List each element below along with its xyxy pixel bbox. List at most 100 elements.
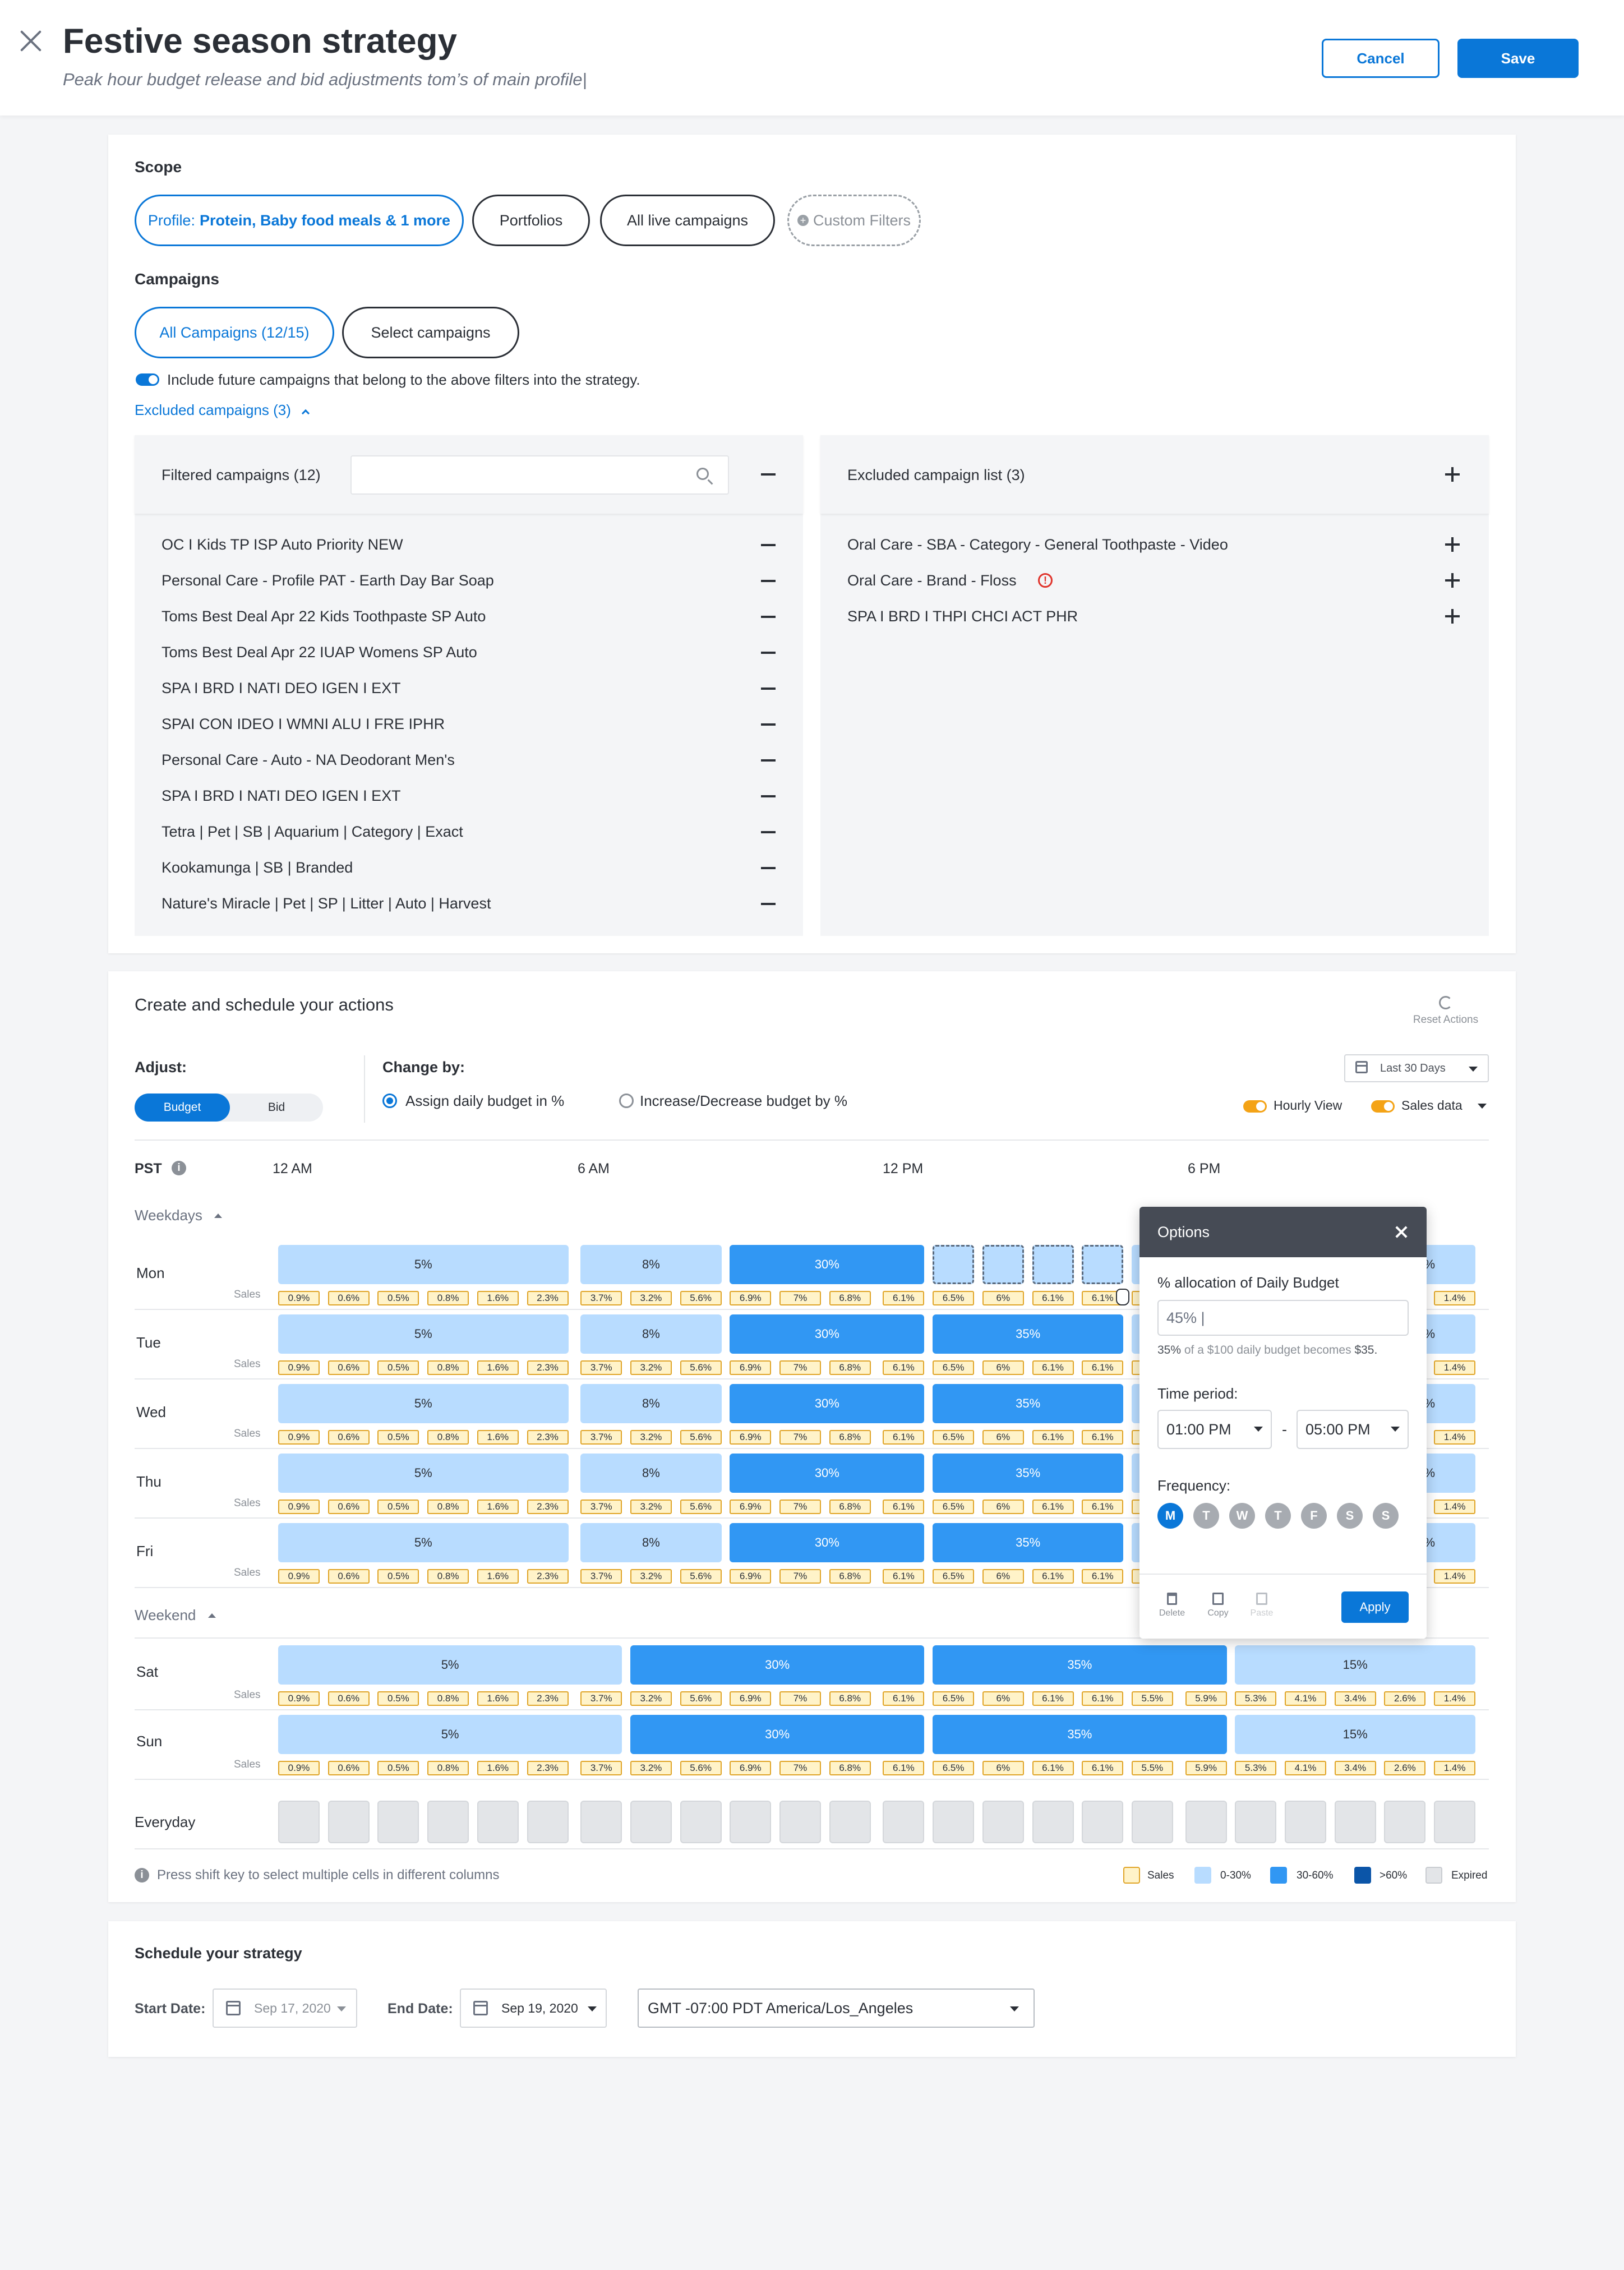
sales-data-caret-icon[interactable] [1478,1104,1487,1109]
cancel-button[interactable]: Cancel [1322,39,1440,78]
budget-block[interactable]: 35% [933,1523,1124,1562]
page-subtitle[interactable]: Peak hour budget release and bid adjustm… [63,70,587,90]
budget-block[interactable]: 30% [730,1523,925,1562]
everyday-cell[interactable] [377,1801,419,1843]
frequency-day-toggle[interactable]: M [1157,1503,1183,1529]
add-campaign-icon[interactable] [1445,609,1460,624]
all-live-campaigns-pill[interactable]: All live campaigns [600,195,775,246]
everyday-cell[interactable] [477,1801,519,1843]
include-future-toggle[interactable] [136,373,159,386]
budget-block[interactable]: 5% [278,1245,569,1284]
popover-close-icon[interactable] [1394,1225,1409,1239]
budget-block[interactable]: 35% [933,1314,1124,1354]
everyday-cell[interactable] [278,1801,320,1843]
budget-block[interactable]: 30% [630,1715,925,1754]
everyday-cell[interactable] [327,1801,370,1843]
copy-action[interactable]: Copy [1202,1593,1234,1618]
selected-hour-cell[interactable] [1082,1245,1124,1284]
remove-campaign-icon[interactable] [761,580,776,582]
add-campaign-icon[interactable] [1445,573,1460,588]
everyday-cell[interactable] [829,1801,871,1843]
alloc-input[interactable]: 45% | [1157,1300,1409,1336]
incdec-radio-label[interactable]: Increase/Decrease budget by % [640,1092,847,1110]
everyday-cell[interactable] [427,1801,469,1843]
collapse-filtered-icon[interactable] [761,473,776,476]
filtered-search-box[interactable] [350,455,729,495]
everyday-cell[interactable] [1131,1801,1173,1843]
remove-campaign-icon[interactable] [761,652,776,654]
start-date-picker[interactable]: Sep 17, 2020 [213,1988,357,2028]
everyday-cell[interactable] [982,1801,1024,1843]
sales-data-toggle[interactable] [1371,1100,1395,1113]
hourly-view-toggle[interactable] [1243,1100,1267,1113]
incdec-radio[interactable] [619,1094,634,1108]
budget-block[interactable]: 35% [933,1454,1124,1493]
selected-hour-cell[interactable] [1032,1245,1074,1284]
remove-campaign-icon[interactable] [761,831,776,833]
budget-block[interactable]: 30% [630,1645,925,1685]
remove-campaign-icon[interactable] [761,903,776,905]
budget-block[interactable]: 8% [580,1454,722,1493]
frequency-day-toggle[interactable]: S [1373,1503,1399,1529]
select-campaigns-pill[interactable]: Select campaigns [342,307,519,358]
everyday-cell[interactable] [730,1801,772,1843]
selected-hour-cell[interactable] [933,1245,975,1284]
everyday-cell[interactable] [680,1801,722,1843]
add-campaign-icon[interactable] [1445,537,1460,552]
everyday-cell[interactable] [933,1801,975,1843]
frequency-day-toggle[interactable]: W [1229,1503,1255,1529]
paste-action[interactable]: Paste [1246,1593,1277,1618]
apply-button[interactable]: Apply [1341,1591,1409,1623]
remove-campaign-icon[interactable] [761,795,776,797]
weekdays-group-toggle[interactable]: Weekdays [135,1207,223,1224]
reset-actions-button[interactable]: Reset Actions [1404,996,1488,1026]
everyday-cell[interactable] [779,1801,821,1843]
all-campaigns-pill[interactable]: All Campaigns (12/15) [135,307,334,358]
frequency-day-toggle[interactable]: F [1301,1503,1327,1529]
frequency-day-toggle[interactable]: T [1265,1503,1291,1529]
budget-block[interactable]: 30% [730,1454,925,1493]
everyday-cell[interactable] [1185,1801,1227,1843]
everyday-cell[interactable] [1235,1801,1277,1843]
everyday-cell[interactable] [527,1801,569,1843]
budget-block[interactable]: 8% [580,1245,722,1284]
date-range-dropdown[interactable]: Last 30 Days [1344,1054,1489,1082]
weekend-group-toggle[interactable]: Weekend [135,1607,216,1624]
remove-campaign-icon[interactable] [761,867,776,869]
budget-block[interactable]: 15% [1235,1645,1476,1685]
budget-block[interactable]: 35% [933,1384,1124,1423]
budget-block[interactable]: 5% [278,1384,569,1423]
budget-block[interactable]: 5% [278,1523,569,1562]
budget-block[interactable]: 5% [278,1314,569,1354]
budget-block[interactable]: 30% [730,1314,925,1354]
everyday-cell[interactable] [1334,1801,1376,1843]
budget-block[interactable]: 30% [730,1384,925,1423]
time-from-dropdown[interactable]: 01:00 PM [1157,1410,1272,1449]
selected-hour-cell[interactable] [982,1245,1024,1284]
budget-block[interactable]: 30% [730,1245,925,1284]
assign-radio-label[interactable]: Assign daily budget in % [405,1092,564,1110]
budget-block[interactable]: 5% [278,1454,569,1493]
warning-icon[interactable]: ! [1038,573,1053,588]
timezone-dropdown[interactable]: GMT -07:00 PDT America/Los_Angeles [638,1988,1035,2028]
search-icon[interactable] [696,468,709,480]
time-to-dropdown[interactable]: 05:00 PM [1297,1410,1409,1449]
everyday-cell[interactable] [1082,1801,1124,1843]
portfolios-pill[interactable]: Portfolios [472,195,590,246]
adjust-budget-tab[interactable]: Budget [135,1094,230,1122]
everyday-cell[interactable] [1384,1801,1426,1843]
everyday-cell[interactable] [1032,1801,1074,1843]
budget-block[interactable]: 15% [1235,1715,1476,1754]
delete-action[interactable]: Delete [1156,1593,1188,1618]
everyday-cell[interactable] [580,1801,622,1843]
remove-campaign-icon[interactable] [761,759,776,762]
save-button[interactable]: Save [1457,39,1579,78]
profile-filter-pill[interactable]: Profile: Protein, Baby food meals & 1 mo… [135,195,464,246]
assign-radio[interactable] [382,1094,397,1108]
remove-campaign-icon[interactable] [761,688,776,690]
remove-campaign-icon[interactable] [761,723,776,726]
budget-block[interactable]: 5% [278,1715,622,1754]
filtered-search-input[interactable] [357,462,671,488]
add-excluded-icon[interactable] [1445,467,1460,482]
frequency-day-toggle[interactable]: S [1337,1503,1363,1529]
